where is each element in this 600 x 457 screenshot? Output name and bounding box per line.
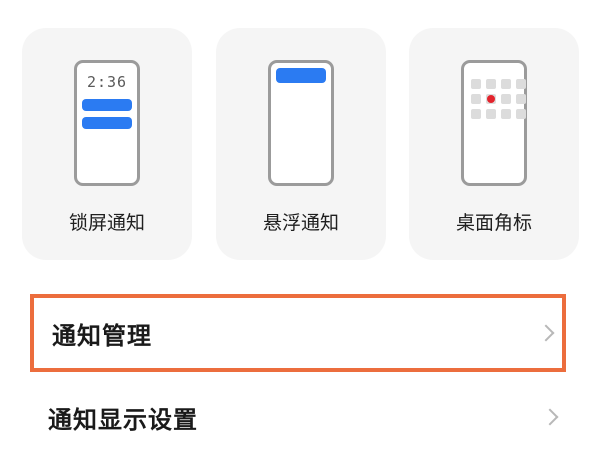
notification-management-row[interactable]: 通知管理 [30,294,566,372]
floating-banner [276,68,326,83]
app-icon [471,94,481,104]
badge-dot-icon [486,94,496,104]
card-label: 悬浮通知 [262,212,339,234]
app-icon [486,79,496,89]
app-icon [516,109,526,119]
notification-bar [82,117,132,129]
floating-notification-icon [268,60,334,186]
chevron-right-icon [541,408,559,426]
lockscreen-notification-card[interactable]: 2:36 锁屏通知 [22,28,192,260]
app-icon [516,94,526,104]
card-label: 桌面角标 [455,212,532,234]
app-icon [501,94,511,104]
app-icon [501,109,511,119]
lockscreen-notification-icon: 2:36 [74,60,140,186]
notification-style-cards: 2:36 锁屏通知 悬浮通知 桌面角标 [22,28,582,260]
desktop-badge-card[interactable]: 桌面角标 [409,28,579,260]
notification-bar [82,99,132,111]
floating-notification-card[interactable]: 悬浮通知 [216,28,386,260]
app-icon [486,109,496,119]
chevron-right-icon [537,324,555,342]
app-icon-grid [471,79,526,119]
row-label: 通知显示设置 [48,405,198,434]
app-icon [501,79,511,89]
notification-display-settings-row[interactable]: 通知显示设置 [30,377,566,457]
app-icon [471,109,481,119]
card-label: 锁屏通知 [68,212,145,234]
row-label: 通知管理 [52,321,152,350]
app-icon [471,79,481,89]
lockscreen-time: 2:36 [86,73,128,91]
app-icon [516,79,526,89]
desktop-badge-icon [461,60,527,186]
